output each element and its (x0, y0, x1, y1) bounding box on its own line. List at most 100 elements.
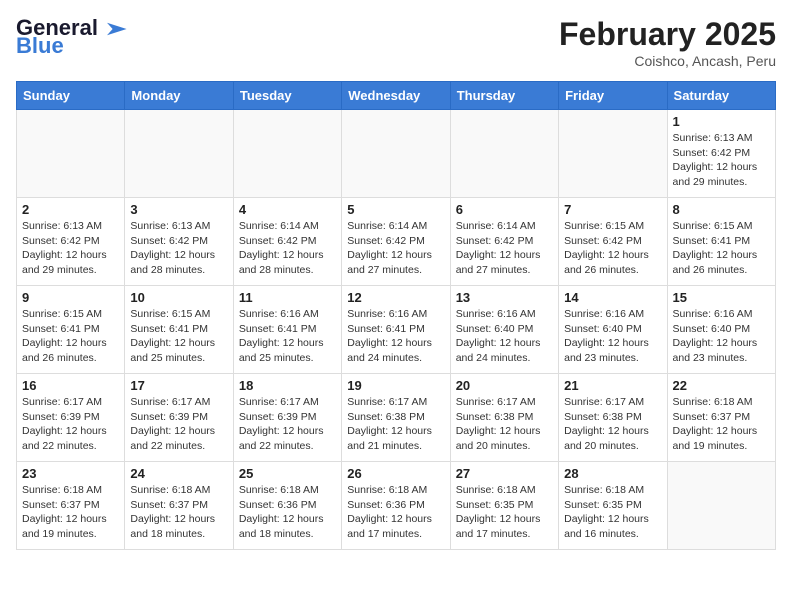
day-info: Sunrise: 6:13 AM Sunset: 6:42 PM Dayligh… (22, 219, 119, 278)
calendar-cell: 21 Sunrise: 6:17 AM Sunset: 6:38 PM Dayli… (559, 374, 667, 462)
day-number: 9 (22, 290, 119, 305)
calendar-cell: 5 Sunrise: 6:14 AM Sunset: 6:42 PM Daylig… (342, 198, 450, 286)
calendar-cell (450, 110, 558, 198)
calendar-cell: 7 Sunrise: 6:15 AM Sunset: 6:42 PM Daylig… (559, 198, 667, 286)
day-info: Sunrise: 6:15 AM Sunset: 6:41 PM Dayligh… (130, 307, 227, 366)
calendar-cell: 27 Sunrise: 6:18 AM Sunset: 6:35 PM Dayli… (450, 462, 558, 550)
day-info: Sunrise: 6:16 AM Sunset: 6:40 PM Dayligh… (673, 307, 770, 366)
logo: General Blue (16, 16, 128, 58)
day-info: Sunrise: 6:15 AM Sunset: 6:41 PM Dayligh… (673, 219, 770, 278)
day-number: 27 (456, 466, 553, 481)
day-number: 23 (22, 466, 119, 481)
day-info: Sunrise: 6:13 AM Sunset: 6:42 PM Dayligh… (130, 219, 227, 278)
calendar-cell: 16 Sunrise: 6:17 AM Sunset: 6:39 PM Dayli… (17, 374, 125, 462)
calendar-cell: 24 Sunrise: 6:18 AM Sunset: 6:37 PM Dayli… (125, 462, 233, 550)
day-info: Sunrise: 6:17 AM Sunset: 6:38 PM Dayligh… (456, 395, 553, 454)
calendar-cell (667, 462, 775, 550)
calendar-cell: 6Sunrise: 6:14 AM Sunset: 6:42 PM Daylig… (450, 198, 558, 286)
weekday-header-thursday: Thursday (450, 82, 558, 110)
day-number: 25 (239, 466, 336, 481)
location-title: Coishco, Ancash, Peru (559, 53, 776, 69)
calendar-cell: 18 Sunrise: 6:17 AM Sunset: 6:39 PM Dayli… (233, 374, 341, 462)
day-info: Sunrise: 6:17 AM Sunset: 6:39 PM Dayligh… (130, 395, 227, 454)
day-info: Sunrise: 6:15 AM Sunset: 6:42 PM Dayligh… (564, 219, 661, 278)
day-number: 18 (239, 378, 336, 393)
day-info: Sunrise: 6:16 AM Sunset: 6:40 PM Dayligh… (456, 307, 553, 366)
page-header: General Blue February 2025 Coishco, Anca… (16, 16, 776, 69)
day-info: Sunrise: 6:18 AM Sunset: 6:36 PM Dayligh… (347, 483, 444, 542)
calendar-cell (233, 110, 341, 198)
day-info: Sunrise: 6:17 AM Sunset: 6:39 PM Dayligh… (239, 395, 336, 454)
day-info: Sunrise: 6:17 AM Sunset: 6:38 PM Dayligh… (564, 395, 661, 454)
day-number: 10 (130, 290, 227, 305)
calendar-cell: 8 Sunrise: 6:15 AM Sunset: 6:41 PM Daylig… (667, 198, 775, 286)
calendar-cell: 9 Sunrise: 6:15 AM Sunset: 6:41 PM Daylig… (17, 286, 125, 374)
calendar-cell: 22 Sunrise: 6:18 AM Sunset: 6:37 PM Dayli… (667, 374, 775, 462)
calendar-cell: 3 Sunrise: 6:13 AM Sunset: 6:42 PM Daylig… (125, 198, 233, 286)
day-info: Sunrise: 6:14 AM Sunset: 6:42 PM Dayligh… (456, 219, 553, 278)
day-info: Sunrise: 6:17 AM Sunset: 6:39 PM Dayligh… (22, 395, 119, 454)
day-number: 26 (347, 466, 444, 481)
day-info: Sunrise: 6:18 AM Sunset: 6:35 PM Dayligh… (456, 483, 553, 542)
calendar-cell (342, 110, 450, 198)
calendar-cell (125, 110, 233, 198)
weekday-header-saturday: Saturday (667, 82, 775, 110)
calendar-cell: 13 Sunrise: 6:16 AM Sunset: 6:40 PM Dayli… (450, 286, 558, 374)
day-number: 28 (564, 466, 661, 481)
day-number: 4 (239, 202, 336, 217)
weekday-header-sunday: Sunday (17, 82, 125, 110)
calendar-cell (17, 110, 125, 198)
calendar-cell: 25 Sunrise: 6:18 AM Sunset: 6:36 PM Dayli… (233, 462, 341, 550)
calendar-cell: 23 Sunrise: 6:18 AM Sunset: 6:37 PM Dayli… (17, 462, 125, 550)
day-info: Sunrise: 6:18 AM Sunset: 6:37 PM Dayligh… (22, 483, 119, 542)
calendar-cell: 4 Sunrise: 6:14 AM Sunset: 6:42 PM Daylig… (233, 198, 341, 286)
calendar-table: SundayMondayTuesdayWednesdayThursdayFrid… (16, 81, 776, 550)
calendar-cell: 15 Sunrise: 6:16 AM Sunset: 6:40 PM Dayli… (667, 286, 775, 374)
week-row-1: 1Sunrise: 6:13 AM Sunset: 6:42 PM Daylig… (17, 110, 776, 198)
day-info: Sunrise: 6:18 AM Sunset: 6:37 PM Dayligh… (130, 483, 227, 542)
calendar-cell: 10 Sunrise: 6:15 AM Sunset: 6:41 PM Dayli… (125, 286, 233, 374)
day-number: 24 (130, 466, 227, 481)
day-info: Sunrise: 6:18 AM Sunset: 6:37 PM Dayligh… (673, 395, 770, 454)
day-info: Sunrise: 6:18 AM Sunset: 6:35 PM Dayligh… (564, 483, 661, 542)
day-number: 7 (564, 202, 661, 217)
calendar-cell: 28 Sunrise: 6:18 AM Sunset: 6:35 PM Dayli… (559, 462, 667, 550)
weekday-header-wednesday: Wednesday (342, 82, 450, 110)
day-number: 1 (673, 114, 770, 129)
day-info: Sunrise: 6:18 AM Sunset: 6:36 PM Dayligh… (239, 483, 336, 542)
week-row-2: 2 Sunrise: 6:13 AM Sunset: 6:42 PM Daylig… (17, 198, 776, 286)
day-info: Sunrise: 6:17 AM Sunset: 6:38 PM Dayligh… (347, 395, 444, 454)
day-number: 2 (22, 202, 119, 217)
day-number: 22 (673, 378, 770, 393)
weekday-header-tuesday: Tuesday (233, 82, 341, 110)
calendar-cell: 1Sunrise: 6:13 AM Sunset: 6:42 PM Daylig… (667, 110, 775, 198)
calendar-cell: 19 Sunrise: 6:17 AM Sunset: 6:38 PM Dayli… (342, 374, 450, 462)
calendar-cell (559, 110, 667, 198)
day-number: 3 (130, 202, 227, 217)
calendar-cell: 14Sunrise: 6:16 AM Sunset: 6:40 PM Dayli… (559, 286, 667, 374)
day-number: 12 (347, 290, 444, 305)
day-number: 8 (673, 202, 770, 217)
day-number: 19 (347, 378, 444, 393)
calendar-cell: 2 Sunrise: 6:13 AM Sunset: 6:42 PM Daylig… (17, 198, 125, 286)
week-row-4: 16 Sunrise: 6:17 AM Sunset: 6:39 PM Dayli… (17, 374, 776, 462)
day-number: 17 (130, 378, 227, 393)
day-number: 16 (22, 378, 119, 393)
logo-icon (100, 21, 128, 37)
weekday-header-friday: Friday (559, 82, 667, 110)
day-number: 15 (673, 290, 770, 305)
calendar-cell: 12Sunrise: 6:16 AM Sunset: 6:41 PM Dayli… (342, 286, 450, 374)
day-number: 13 (456, 290, 553, 305)
day-number: 21 (564, 378, 661, 393)
calendar-cell: 17 Sunrise: 6:17 AM Sunset: 6:39 PM Dayli… (125, 374, 233, 462)
day-info: Sunrise: 6:14 AM Sunset: 6:42 PM Dayligh… (347, 219, 444, 278)
week-row-5: 23 Sunrise: 6:18 AM Sunset: 6:37 PM Dayli… (17, 462, 776, 550)
logo-blue: Blue (16, 34, 64, 58)
month-title: February 2025 (559, 16, 776, 53)
day-info: Sunrise: 6:14 AM Sunset: 6:42 PM Dayligh… (239, 219, 336, 278)
calendar-cell: 20Sunrise: 6:17 AM Sunset: 6:38 PM Dayli… (450, 374, 558, 462)
day-info: Sunrise: 6:15 AM Sunset: 6:41 PM Dayligh… (22, 307, 119, 366)
weekday-header-row: SundayMondayTuesdayWednesdayThursdayFrid… (17, 82, 776, 110)
day-number: 5 (347, 202, 444, 217)
calendar-cell: 11Sunrise: 6:16 AM Sunset: 6:41 PM Dayli… (233, 286, 341, 374)
